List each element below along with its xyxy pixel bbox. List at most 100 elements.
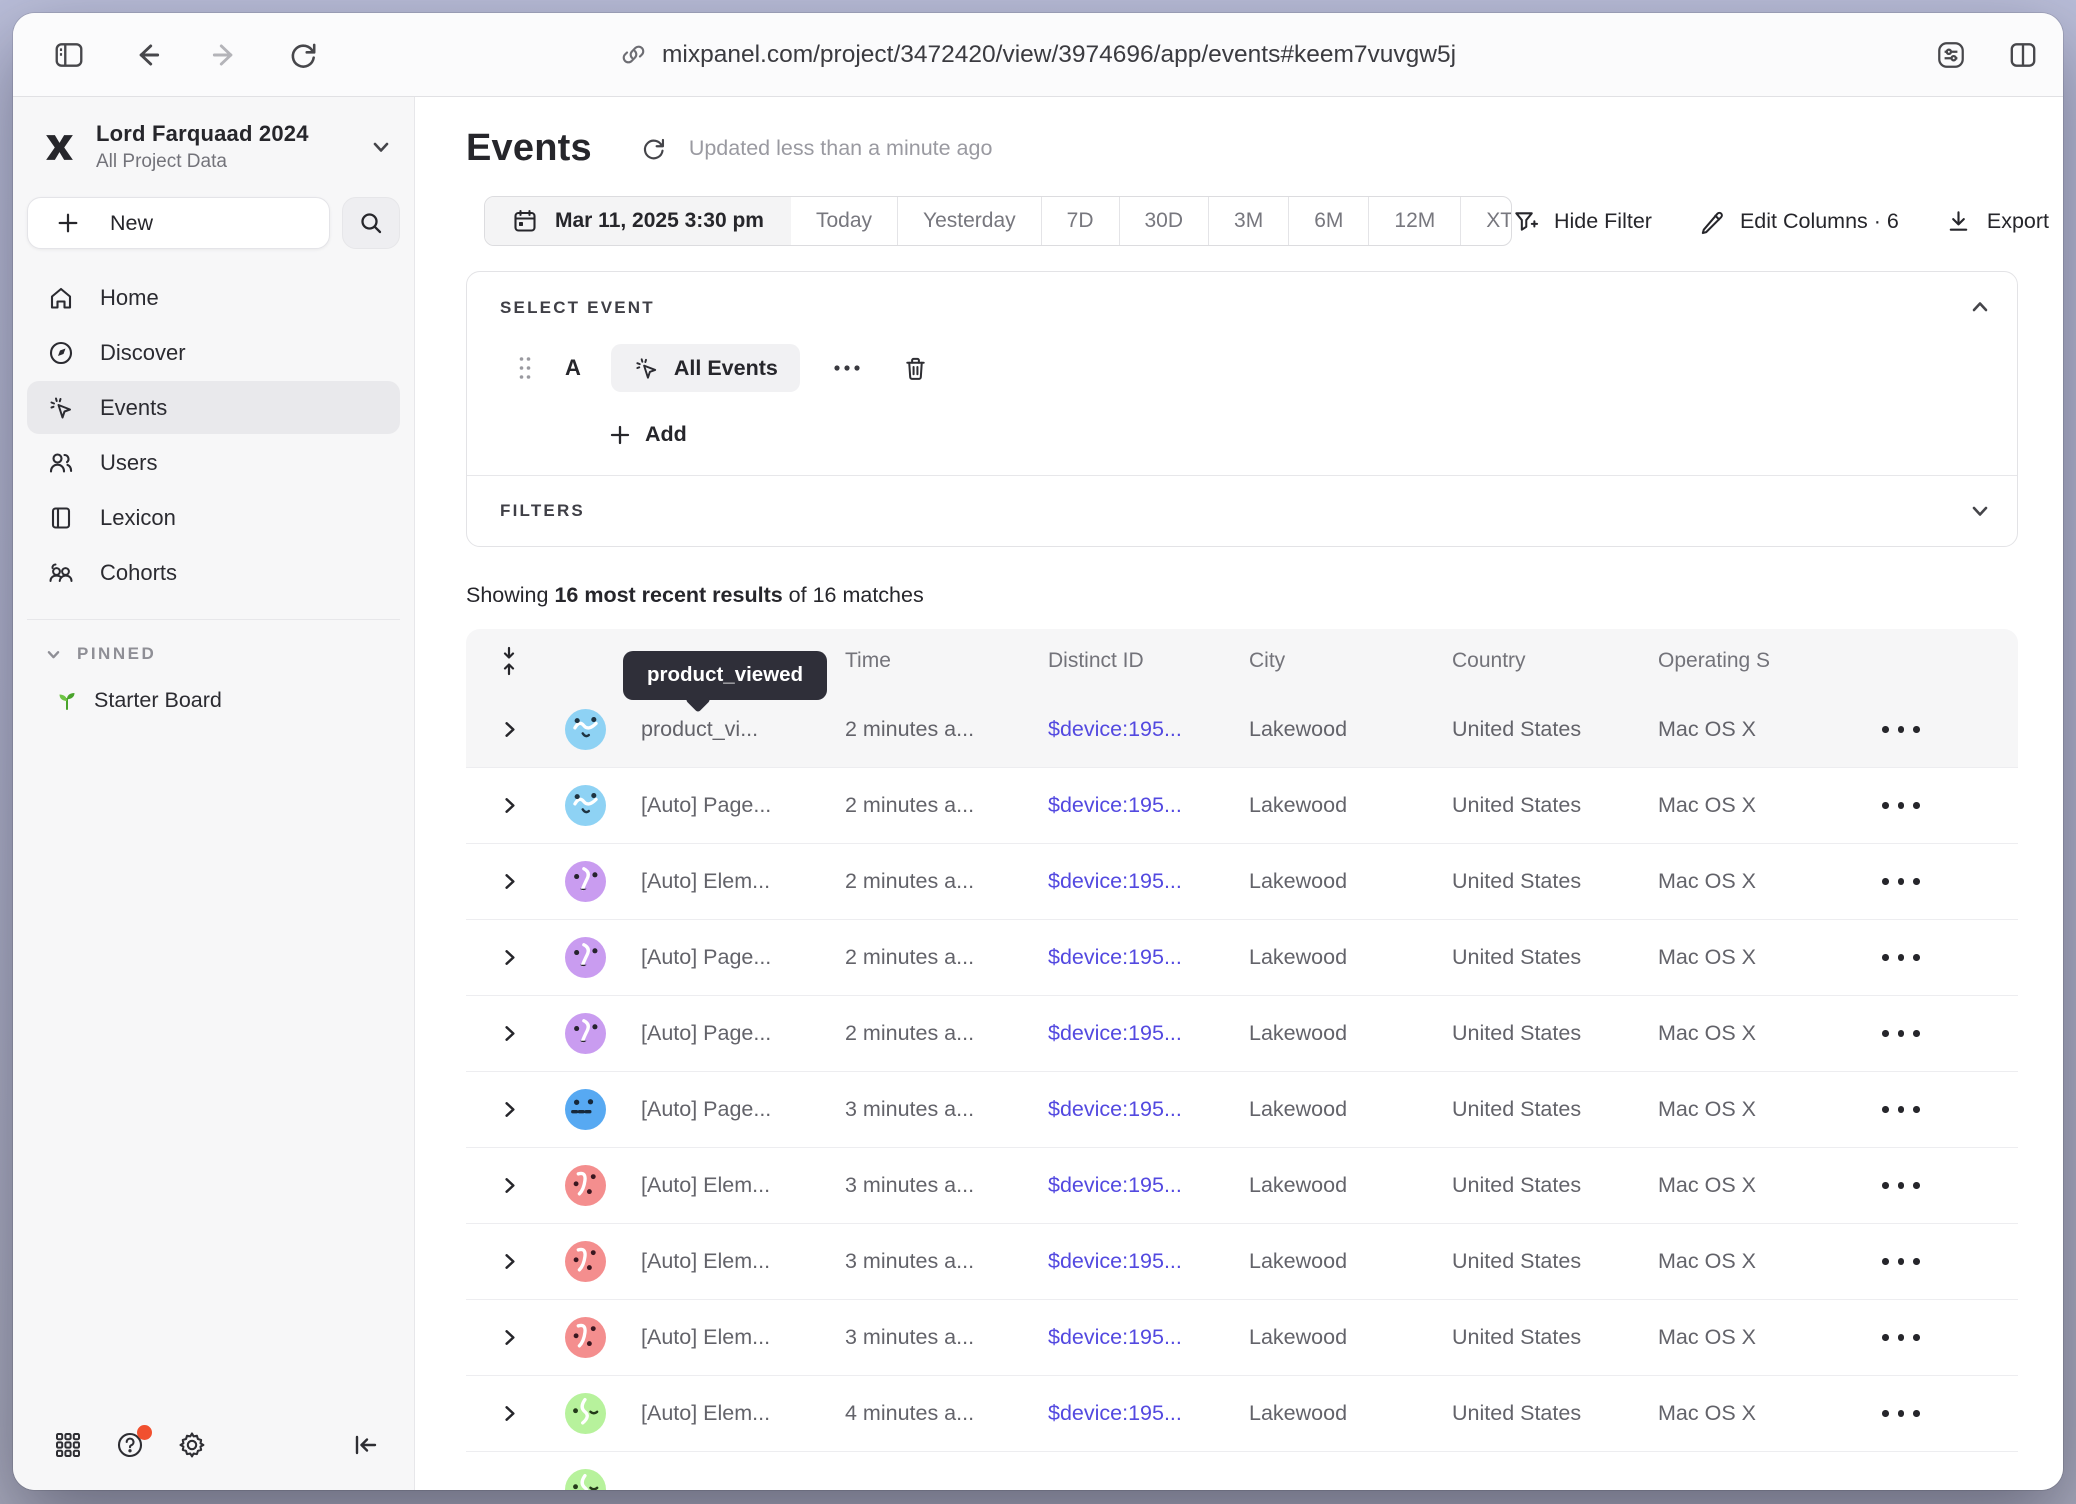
- row-more-options-button[interactable]: [1868, 1106, 2018, 1113]
- distinct-id-link[interactable]: $device:195...: [1048, 1401, 1249, 1426]
- refresh-data-icon[interactable]: [640, 135, 667, 162]
- forward-icon[interactable]: [209, 39, 241, 71]
- expand-row-icon[interactable]: [499, 1403, 520, 1424]
- table-row[interactable]: [Auto] Elem... 3 minutes a... $device:19…: [466, 1224, 2018, 1300]
- event-selector-chip[interactable]: All Events: [611, 344, 800, 392]
- expand-row-icon[interactable]: [499, 1099, 520, 1120]
- distinct-id-link[interactable]: $device:195...: [1048, 1249, 1249, 1274]
- project-switcher[interactable]: Lord Farquaad 2024 All Project Data: [13, 97, 414, 185]
- table-row[interactable]: [Auto] Page... 2 minutes a... $device:19…: [466, 920, 2018, 996]
- date-range-selected[interactable]: Mar 11, 2025 3:30 pm: [485, 197, 791, 245]
- table-row[interactable]: [Auto] Elem... 3 minutes a... $device:19…: [466, 1148, 2018, 1224]
- date-preset-yesterday[interactable]: Yesterday: [897, 197, 1041, 245]
- users-icon: [47, 449, 75, 477]
- os-cell: Mac OS X: [1658, 1097, 1868, 1122]
- expand-row-icon[interactable]: [499, 947, 520, 968]
- table-row[interactable]: [Auto] Elem... 3 minutes a... $device:19…: [466, 1300, 2018, 1376]
- city-cell: Lakewood: [1249, 1021, 1452, 1046]
- row-more-options-button[interactable]: [1868, 1258, 2018, 1265]
- table-row[interactable]: [Auto] Page... 2 minutes a... $device:19…: [466, 768, 2018, 844]
- help-button[interactable]: [115, 1430, 145, 1460]
- table-row[interactable]: [Auto] Page... 2 minutes a... $device:19…: [466, 996, 2018, 1072]
- expand-row-icon[interactable]: [499, 871, 520, 892]
- city-cell: Lakewood: [1249, 945, 1452, 970]
- edit-columns-button[interactable]: Edit Columns · 6: [1698, 208, 1899, 235]
- new-button[interactable]: New: [27, 197, 330, 249]
- sidebar-item-starter-board[interactable]: Starter Board: [13, 674, 414, 727]
- date-preset-6m[interactable]: 6M: [1288, 197, 1368, 245]
- drag-handle-icon[interactable]: [518, 355, 532, 381]
- split-view-icon[interactable]: [2007, 39, 2039, 71]
- column-header-distinct-id[interactable]: Distinct ID: [1048, 649, 1249, 673]
- row-more-options-button[interactable]: [1868, 954, 2018, 961]
- row-more-options-button[interactable]: [1868, 1182, 2018, 1189]
- date-preset-today[interactable]: Today: [791, 197, 897, 245]
- sidebar-item-home[interactable]: Home: [27, 271, 400, 324]
- distinct-id-link[interactable]: $device:195...: [1048, 1325, 1249, 1350]
- pinned-label: PINNED: [77, 644, 156, 664]
- distinct-id-link[interactable]: $device:195...: [1048, 945, 1249, 970]
- row-more-options-button[interactable]: [1868, 802, 2018, 809]
- settings-button[interactable]: [177, 1430, 207, 1460]
- row-more-options-button[interactable]: [1868, 1410, 2018, 1417]
- sidebar-item-discover[interactable]: Discover: [27, 326, 400, 379]
- expand-row-icon[interactable]: [499, 1251, 520, 1272]
- apps-grid-button[interactable]: [53, 1430, 83, 1460]
- event-avatar-icon: [565, 1393, 606, 1434]
- table-row[interactable]: [Auto] Page... 3 minutes a... $device:19…: [466, 1072, 2018, 1148]
- expand-row-icon[interactable]: [499, 1023, 520, 1044]
- time-cell: 2 minutes a...: [845, 1021, 1048, 1046]
- row-more-options-button[interactable]: [1868, 1030, 2018, 1037]
- chevron-down-icon[interactable]: [1969, 500, 1991, 522]
- hide-filter-button[interactable]: Hide Filter: [1512, 208, 1652, 235]
- date-preset-12m[interactable]: 12M: [1368, 197, 1460, 245]
- url-bar[interactable]: mixpanel.com/project/3472420/view/397469…: [620, 41, 1456, 69]
- delete-event-icon[interactable]: [902, 355, 929, 382]
- sidebar-item-lexicon[interactable]: Lexicon: [27, 491, 400, 544]
- expand-row-icon[interactable]: [499, 1327, 520, 1348]
- column-header-os[interactable]: Operating S: [1658, 649, 1868, 673]
- date-preset-xtd[interactable]: XTD: [1460, 197, 1512, 245]
- table-row[interactable]: [Auto] Elem... 2 minutes a... $device:19…: [466, 844, 2018, 920]
- distinct-id-link[interactable]: $device:195...: [1048, 717, 1249, 742]
- pinned-section-header[interactable]: PINNED: [13, 640, 414, 674]
- column-header-country[interactable]: Country: [1452, 649, 1658, 673]
- back-icon[interactable]: [131, 39, 163, 71]
- collapse-all-rows-icon[interactable]: [497, 646, 521, 676]
- distinct-id-link[interactable]: $device:195...: [1048, 1173, 1249, 1198]
- distinct-id-link[interactable]: $device:195...: [1048, 793, 1249, 818]
- search-button[interactable]: [342, 197, 400, 249]
- distinct-id-link[interactable]: $device:195...: [1048, 1097, 1249, 1122]
- row-more-options-button[interactable]: [1868, 1334, 2018, 1341]
- page-settings-icon[interactable]: [1935, 39, 1967, 71]
- sidebar-item-cohorts[interactable]: Cohorts: [27, 546, 400, 599]
- export-button[interactable]: Export: [1945, 208, 2049, 235]
- chevron-up-icon[interactable]: [1969, 296, 1991, 318]
- expand-row-icon[interactable]: [499, 719, 520, 740]
- column-header-city[interactable]: City: [1249, 649, 1452, 673]
- os-cell: Mac OS X: [1658, 1401, 1868, 1426]
- distinct-id-link[interactable]: $device:195...: [1048, 869, 1249, 894]
- browser-sidebar-toggle-icon[interactable]: [53, 39, 85, 71]
- sidebar-divider: [27, 619, 400, 620]
- date-preset-30d[interactable]: 30D: [1119, 197, 1209, 245]
- add-event-button[interactable]: Add: [609, 422, 1987, 447]
- expand-row-icon[interactable]: [499, 795, 520, 816]
- row-more-options-button[interactable]: [1868, 878, 2018, 885]
- event-avatar-icon: [565, 861, 606, 902]
- events-table: Time Distinct ID City Country Operating …: [466, 629, 2018, 1490]
- event-more-options-icon[interactable]: [832, 362, 862, 374]
- refresh-icon[interactable]: [287, 39, 319, 71]
- table-row[interactable]: [466, 1452, 2018, 1490]
- row-more-options-button[interactable]: [1868, 726, 2018, 733]
- sidebar-item-events[interactable]: Events: [27, 381, 400, 434]
- sidebar-item-users[interactable]: Users: [27, 436, 400, 489]
- project-subtitle: All Project Data: [96, 151, 352, 173]
- expand-row-icon[interactable]: [499, 1175, 520, 1196]
- column-header-time[interactable]: Time: [845, 649, 1048, 673]
- date-preset-3m[interactable]: 3M: [1208, 197, 1288, 245]
- distinct-id-link[interactable]: $device:195...: [1048, 1021, 1249, 1046]
- collapse-sidebar-button[interactable]: [350, 1430, 380, 1460]
- table-row[interactable]: [Auto] Elem... 4 minutes a... $device:19…: [466, 1376, 2018, 1452]
- date-preset-7d[interactable]: 7D: [1041, 197, 1119, 245]
